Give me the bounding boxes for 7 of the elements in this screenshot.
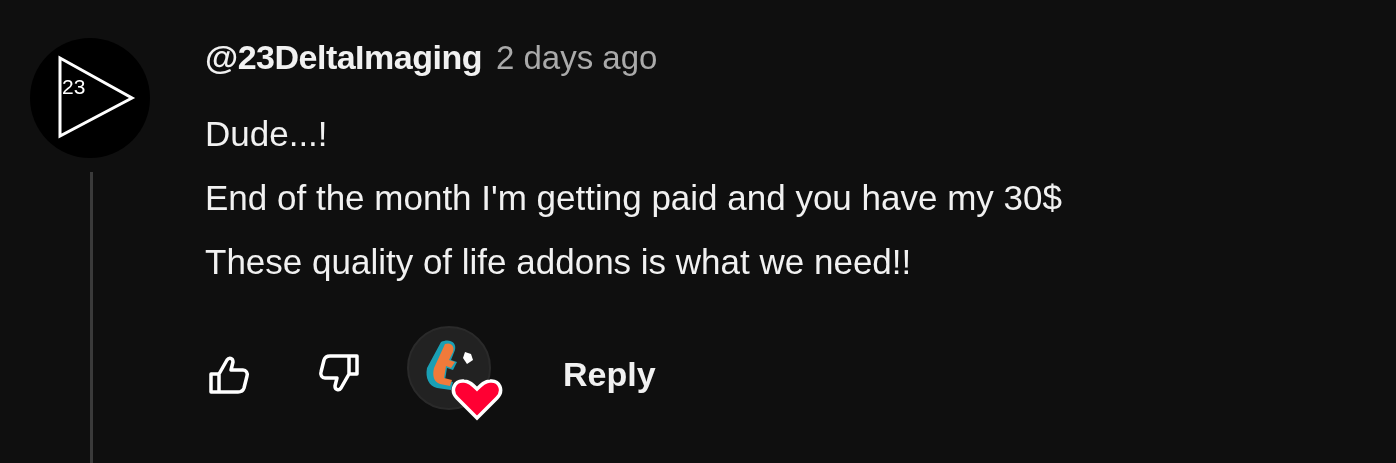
reply-button[interactable]: Reply <box>563 348 656 400</box>
comment-text: These quality of life addons is what we need!! <box>205 241 913 283</box>
comment-text: Dude...! <box>205 113 329 155</box>
comment-text: End of the month I'm getting paid and you have my 30$ <box>205 177 1062 219</box>
timestamp[interactable]: 2 days ago <box>495 39 658 77</box>
channel-avatar[interactable]: 23 <box>30 38 150 158</box>
author-name[interactable]: @23DeltaImaging <box>205 38 482 77</box>
